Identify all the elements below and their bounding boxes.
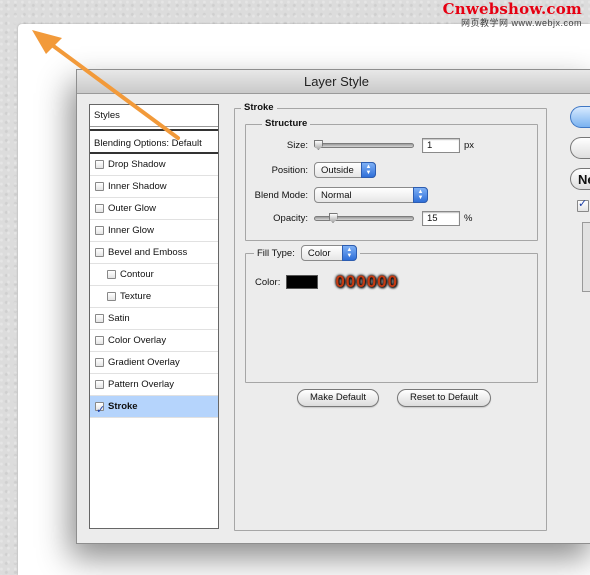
annotation-arrow bbox=[32, 30, 180, 140]
arrow-shaft bbox=[46, 40, 180, 140]
